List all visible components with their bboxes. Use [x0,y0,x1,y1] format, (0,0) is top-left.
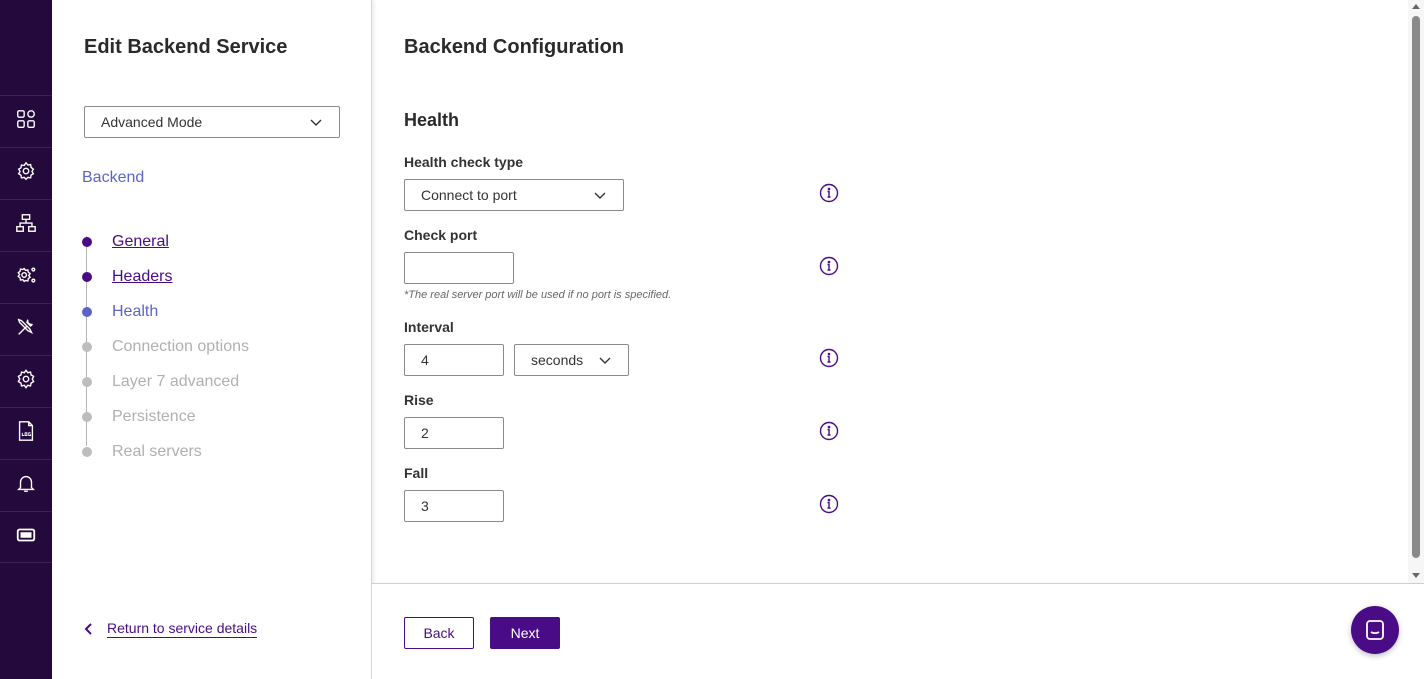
info-icon[interactable] [819,348,839,368]
rail-item-settings[interactable] [0,355,52,407]
rail-item-cluster-settings[interactable] [0,251,52,303]
main-content: Backend Configuration Health Health chec… [372,0,1408,583]
health-check-type-select[interactable]: Connect to port [404,179,624,211]
interval-unit-select[interactable]: seconds [514,344,629,376]
step-connection-options: Connection options [82,329,249,364]
info-icon[interactable] [819,183,839,203]
wizard-footer: Back Next [372,583,1424,679]
step-list: General Headers Health Connection option… [82,224,249,469]
step-general[interactable]: General [82,224,249,259]
step-health: Health [82,294,249,329]
interval-value: 4 [421,352,429,368]
section-label-backend: Backend [82,169,145,186]
step-label: Persistence [112,407,196,425]
info-icon[interactable] [819,421,839,441]
info-icon[interactable] [819,256,839,276]
health-check-type-value: Connect to port [421,187,517,203]
fall-value: 3 [421,498,429,514]
services-icon [15,160,37,187]
fall-input[interactable]: 3 [404,490,504,522]
step-real-servers: Real servers [82,434,249,469]
step-label: General [112,232,169,250]
rail-item-network[interactable] [0,199,52,251]
network-icon [15,212,37,239]
step-dot [82,446,92,457]
step-dot [82,271,92,282]
next-button[interactable]: Next [490,617,560,649]
scroll-thumb[interactable] [1412,16,1420,558]
rise-value: 2 [421,425,429,441]
icon-rail [0,0,52,679]
step-dot [82,306,92,317]
chevron-down-icon [599,357,611,364]
main-scrollbar[interactable] [1408,0,1424,583]
rail-item-support[interactable] [0,511,52,563]
return-link-label: Return to service details [107,620,258,638]
step-dot [82,411,92,422]
scroll-down-arrow[interactable] [1412,573,1420,578]
check-port-input[interactable] [404,252,514,284]
mode-select[interactable]: Advanced Mode [84,106,340,138]
step-headers[interactable]: Headers [82,259,249,294]
chevron-left-icon [84,623,92,635]
step-dot [82,341,92,352]
step-dot [82,236,92,247]
chevron-down-icon [310,119,322,126]
cluster-settings-icon [15,264,37,291]
back-button[interactable]: Back [404,617,474,649]
tools-icon [15,316,37,343]
step-persistence: Persistence [82,399,249,434]
fall-label: Fall [404,465,429,481]
interval-input[interactable]: 4 [404,344,504,376]
rise-input[interactable]: 2 [404,417,504,449]
chat-launcher-button[interactable] [1351,606,1399,654]
check-port-label: Check port [404,227,478,243]
health-check-type-label: Health check type [404,154,524,170]
step-label: Real servers [112,442,202,460]
bell-icon [15,472,37,499]
info-icon[interactable] [819,494,839,514]
step-label: Connection options [112,337,249,355]
check-port-hint: *The real server port will be used if no… [404,289,672,301]
rise-label: Rise [404,392,434,408]
log-file-icon [15,420,37,447]
mode-select-value: Advanced Mode [101,114,203,130]
settings-icon [15,368,37,395]
step-label: Headers [112,267,173,285]
rail-item-notifications[interactable] [0,459,52,511]
interval-unit-value: seconds [531,352,584,368]
rail-item-dashboard[interactable] [0,95,52,147]
return-to-service-link[interactable]: Return to service details [82,620,258,638]
dashboard-icon [15,108,37,135]
sidebar-title: Edit Backend Service [84,36,288,58]
ticket-icon [15,524,37,551]
rail-item-logs[interactable] [0,407,52,459]
chevron-down-icon [594,192,606,199]
step-label: Health [112,302,159,320]
section-heading: Health [404,110,460,130]
step-layer7-advanced: Layer 7 advanced [82,364,249,399]
scroll-up-arrow[interactable] [1412,4,1420,9]
rail-item-tools[interactable] [0,303,52,355]
wizard-sidebar: Edit Backend Service Advanced Mode Backe… [52,0,372,679]
step-label: Layer 7 advanced [112,372,240,390]
interval-label: Interval [404,319,454,335]
step-dot [82,376,92,387]
chat-icon [1366,620,1384,640]
page-title: Backend Configuration [404,36,625,58]
rail-item-services[interactable] [0,147,52,199]
